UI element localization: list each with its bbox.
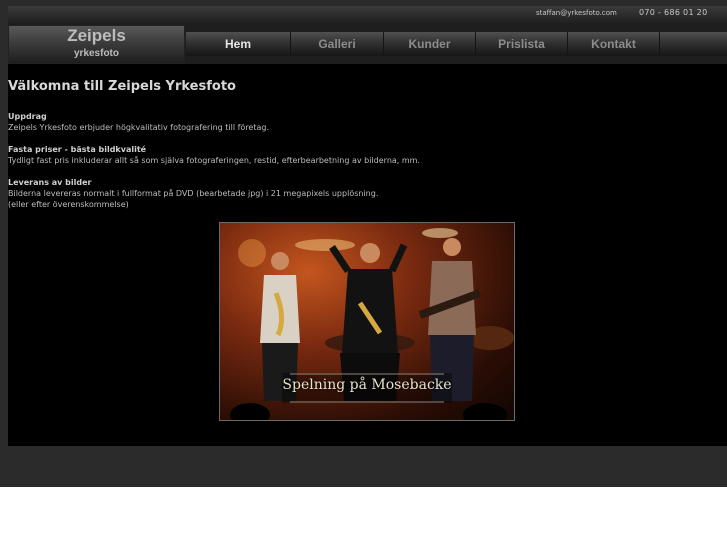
section-text-uppdrag: Zeipels Yrkesfoto erbjuder högkvalitativ… [8,123,270,132]
nav-item-prislista[interactable]: Prislista [476,32,568,56]
nav-item-kontakt[interactable]: Kontakt [568,32,660,56]
site-logo[interactable]: Zeipels yrkesfoto [8,25,185,64]
top-contact-bar: staffan@yrkesfoto.com 070 - 686 01 20 [8,6,727,23]
section-text-leverans: Bilderna levereras normalt i fullformat … [8,189,379,198]
main-nav: Hem Galleri Kunder Prislista Kontakt [186,32,727,56]
nav-item-galleri[interactable]: Galleri [291,32,384,56]
section-text-priser: Tydligt fast pris inkluderar allt så som… [8,156,421,165]
concert-photo: Spelning på Mosebacke [219,222,515,421]
section-heading-priser: Fasta priser - bästa bildkvalité [8,145,147,154]
section-text-leverans-note: (eller efter överenskommelse) [8,200,129,209]
contact-phone: 070 - 686 01 20 [639,8,708,17]
footer-band [0,446,727,487]
page-title: Välkomna till Zeipels Yrkesfoto [8,79,236,94]
main-content: Välkomna till Zeipels Yrkesfoto Uppdrag … [8,64,727,446]
photo-caption: Spelning på Mosebacke [282,377,452,393]
contact-email[interactable]: staffan@yrkesfoto.com [536,9,617,17]
section-heading-uppdrag: Uppdrag [8,112,47,121]
site-frame: staffan@yrkesfoto.com 070 - 686 01 20 Ze… [0,0,727,487]
nav-item-hem[interactable]: Hem [186,32,291,56]
nav-item-kunder[interactable]: Kunder [384,32,476,56]
logo-subtitle: yrkesfoto [73,48,119,59]
logo-title: Zeipels [67,26,126,45]
section-heading-leverans: Leverans av bilder [8,178,92,187]
header: Zeipels yrkesfoto Hem Galleri Kunder Pri… [8,23,727,64]
